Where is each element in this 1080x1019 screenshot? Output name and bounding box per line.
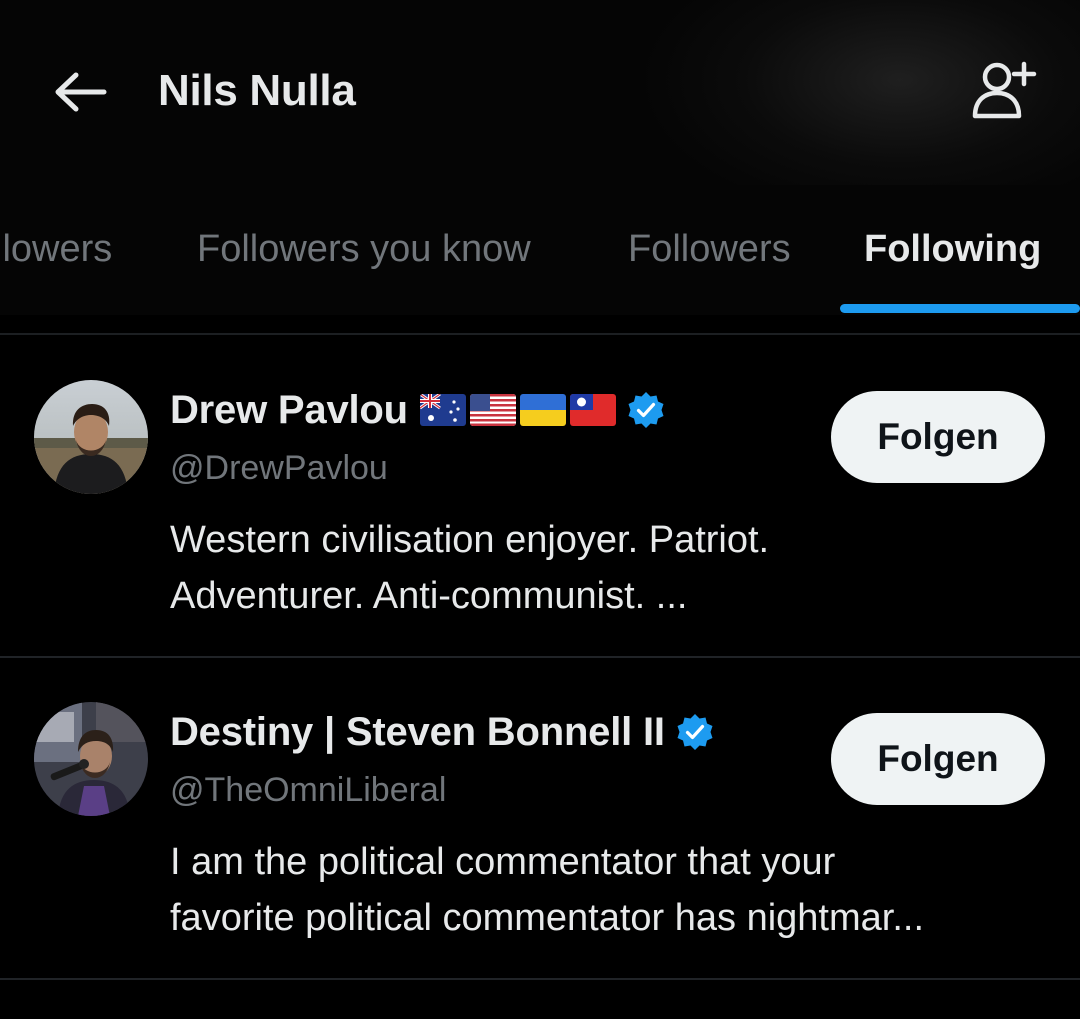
- tab-followers[interactable]: Followers: [628, 223, 791, 275]
- add-user-icon: [972, 61, 1037, 119]
- back-button[interactable]: [48, 62, 112, 122]
- follow-button[interactable]: Folgen: [831, 391, 1045, 483]
- avatar-image: [34, 702, 148, 816]
- divider: [0, 333, 1080, 335]
- flag-usa: [469, 394, 516, 426]
- flag-taiwan: [569, 394, 616, 426]
- user-display-name[interactable]: Destiny | Steven Bonnell II: [170, 706, 665, 758]
- bio-line: Western civilisation enjoyer. Patriot.: [170, 519, 770, 561]
- avatar-image: [34, 380, 148, 494]
- user-bio: Western civilisation enjoyer. Patriot. A…: [170, 512, 1060, 624]
- list-item[interactable]: Drew Pavlou @DrewPavlou Folgen Western c…: [0, 336, 1080, 658]
- list-item[interactable]: Destiny | Steven Bonnell II @TheOmniLibe…: [0, 658, 1080, 980]
- top-app-bar: Nils Nulla: [0, 0, 1080, 185]
- tab-following[interactable]: Following: [864, 223, 1041, 275]
- tab-bar: llowers Followers you know Followers Fol…: [0, 185, 1080, 315]
- bio-line: Adventurer. Anti-communist. ...: [170, 575, 688, 617]
- divider: [0, 978, 1080, 980]
- active-tab-indicator: [840, 304, 1080, 313]
- flag-ukraine: [519, 394, 566, 426]
- avatar[interactable]: [34, 702, 148, 816]
- user-name-line: Destiny | Steven Bonnell II: [170, 706, 715, 758]
- bio-line: I am the political commentator that your: [170, 841, 836, 883]
- follow-button[interactable]: Folgen: [831, 713, 1045, 805]
- tab-verified-followers[interactable]: llowers: [0, 223, 112, 275]
- flag-emojis: [419, 394, 616, 426]
- arrow-left-icon: [55, 72, 107, 112]
- user-handle[interactable]: @TheOmniLiberal: [170, 768, 446, 812]
- user-name-line: Drew Pavlou: [170, 384, 666, 436]
- flag-australia: [419, 394, 466, 426]
- user-handle[interactable]: @DrewPavlou: [170, 446, 388, 490]
- tab-followers-you-know[interactable]: Followers you know: [197, 223, 531, 275]
- user-bio: I am the political commentator that your…: [170, 834, 1060, 946]
- add-user-button[interactable]: [964, 56, 1044, 126]
- verified-badge-icon: [677, 714, 713, 750]
- avatar[interactable]: [34, 380, 148, 494]
- page-title: Nils Nulla: [158, 66, 356, 115]
- verified-badge-icon: [628, 392, 664, 428]
- user-display-name[interactable]: Drew Pavlou: [170, 384, 408, 436]
- bio-line: favorite political commentator has night…: [170, 897, 925, 939]
